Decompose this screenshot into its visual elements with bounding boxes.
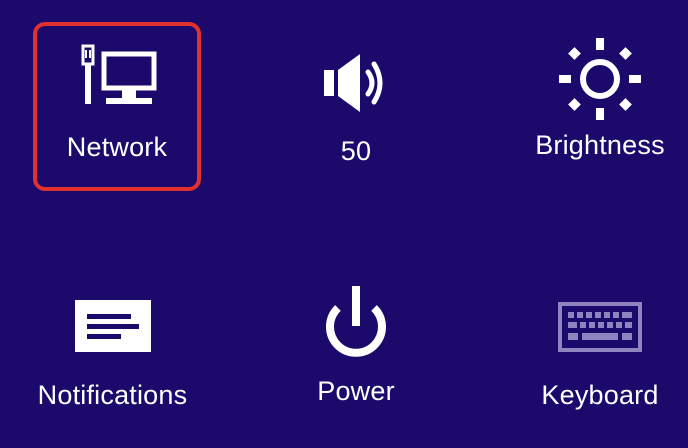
keyboard-icon bbox=[558, 302, 642, 352]
power-icon bbox=[326, 286, 386, 357]
notifications-tile[interactable]: Notifications bbox=[10, 276, 215, 444]
network-icon bbox=[81, 44, 157, 104]
brightness-tile[interactable]: Brightness bbox=[516, 22, 684, 191]
notifications-icon bbox=[74, 300, 151, 352]
volume-level: 50 bbox=[340, 136, 372, 166]
network-tile[interactable]: Network bbox=[33, 22, 201, 191]
network-label: Network bbox=[66, 132, 168, 162]
power-label: Power bbox=[317, 376, 395, 406]
brightness-label: Brightness bbox=[535, 130, 665, 160]
keyboard-tile[interactable]: Keyboard bbox=[516, 276, 684, 444]
sun-icon bbox=[559, 38, 641, 120]
volume-tile[interactable]: 50 bbox=[286, 22, 426, 191]
speaker-icon bbox=[324, 54, 383, 112]
power-tile[interactable]: Power bbox=[286, 276, 426, 444]
notifications-label: Notifications bbox=[37, 380, 188, 410]
keyboard-label: Keyboard bbox=[541, 380, 659, 410]
